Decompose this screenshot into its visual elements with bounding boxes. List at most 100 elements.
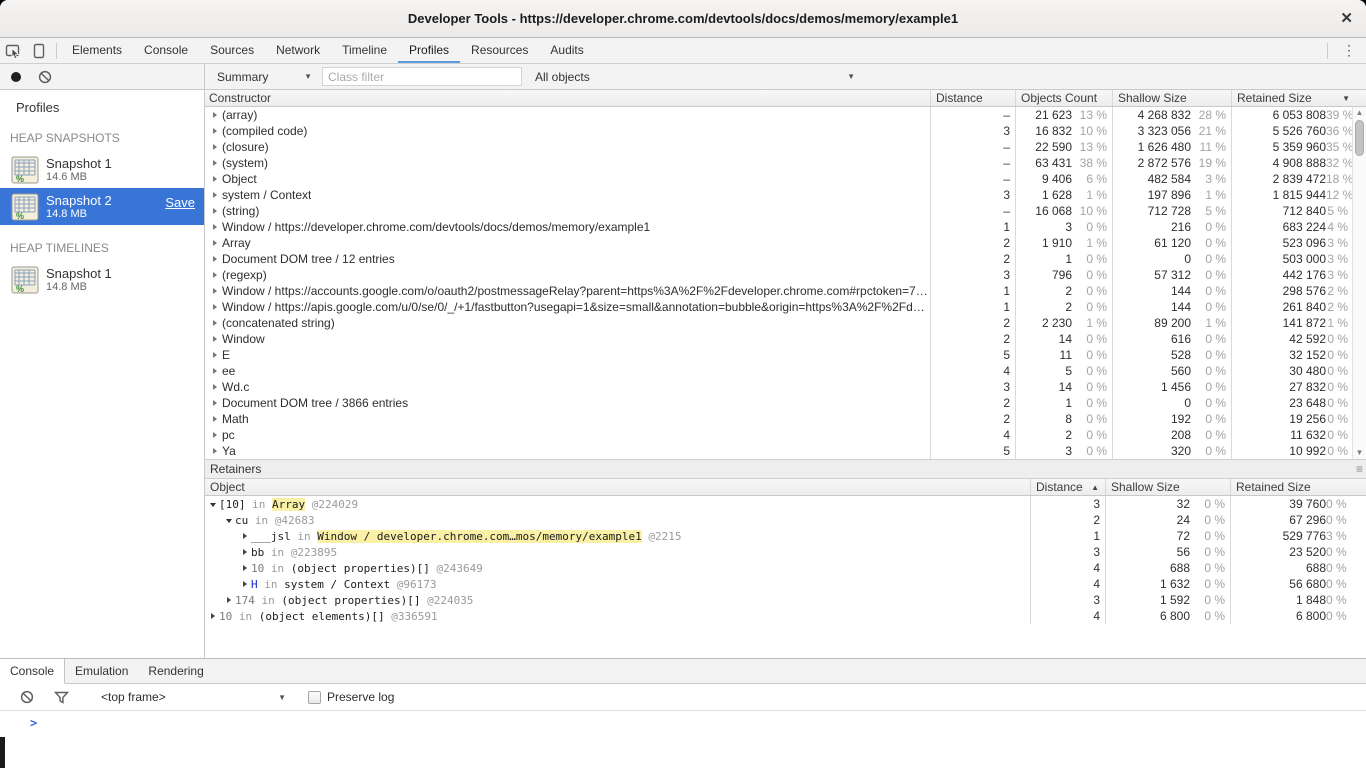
heap-table-row[interactable]: (regexp)37960 %57 3120 %442 1763 % [205, 267, 1366, 283]
expand-arrow-icon[interactable] [213, 336, 217, 342]
expand-arrow-icon[interactable] [213, 144, 217, 150]
heap-table-row[interactable]: (array)–21 62313 %4 268 83228 %6 053 808… [205, 107, 1366, 123]
heap-table-row[interactable]: Wd.c3140 %1 4560 %27 8320 % [205, 379, 1366, 395]
expand-arrow-icon[interactable] [213, 368, 217, 374]
expand-arrow-icon[interactable] [213, 416, 217, 422]
retainer-row[interactable]: 174 in (object properties)[] @22403531 5… [205, 592, 1366, 608]
retainer-row[interactable]: bb in @2238953560 %23 5200 % [205, 544, 1366, 560]
expand-arrow-icon[interactable] [213, 448, 217, 454]
column-header-objects-count[interactable]: Objects Count [1015, 90, 1112, 106]
sidebar-item-snapshot-1[interactable]: % Snapshot 1 14.6 MB [0, 151, 204, 188]
class-filter-input[interactable] [322, 67, 522, 86]
column-header-distance[interactable]: Distance [930, 90, 1015, 106]
heap-table-row[interactable]: (concatenated string)22 2301 %89 2001 %1… [205, 315, 1366, 331]
drawer-tab-console[interactable]: Console [0, 659, 65, 684]
expand-arrow-icon[interactable] [243, 533, 247, 539]
expand-arrow-icon[interactable] [213, 224, 217, 230]
heap-table-row[interactable]: Document DOM tree / 12 entries210 %00 %5… [205, 251, 1366, 267]
expand-arrow-icon[interactable] [213, 288, 217, 294]
vertical-scrollbar[interactable]: ▲ ▼ [1352, 107, 1366, 459]
tab-elements[interactable]: Elements [61, 38, 133, 63]
console-prompt-area[interactable]: > [0, 711, 1366, 767]
tab-audits[interactable]: Audits [539, 38, 594, 63]
frame-context-select[interactable]: <top frame> ▼ [101, 690, 286, 704]
expand-arrow-icon[interactable] [213, 192, 217, 198]
sidebar-item-snapshot-2[interactable]: % Snapshot 2 14.8 MB Save [0, 188, 204, 225]
clear-console-icon[interactable] [14, 685, 40, 710]
close-icon[interactable]: ✕ [1340, 9, 1353, 27]
tab-profiles[interactable]: Profiles [398, 38, 460, 63]
inspect-element-icon[interactable] [0, 38, 26, 63]
expand-arrow-icon[interactable] [213, 384, 217, 390]
expand-arrow-icon[interactable] [213, 208, 217, 214]
retainer-row[interactable]: ___jsl in Window / developer.chrome.com…… [205, 528, 1366, 544]
scroll-up-icon[interactable]: ▲ [1356, 107, 1364, 119]
column-header-distance[interactable]: Distance ▲ [1030, 479, 1105, 495]
expand-arrow-icon[interactable] [213, 160, 217, 166]
retainer-row[interactable]: 10 in (object elements)[] @33659146 8000… [205, 608, 1366, 624]
expand-arrow-icon[interactable] [213, 240, 217, 246]
expand-arrow-icon[interactable] [210, 503, 216, 507]
retainer-row[interactable]: H in system / Context @9617341 6320 %56 … [205, 576, 1366, 592]
sidebar-item-timeline-snapshot-1[interactable]: % Snapshot 1 14.8 MB [0, 261, 204, 298]
expand-arrow-icon[interactable] [226, 519, 232, 523]
scroll-down-icon[interactable]: ▼ [1356, 447, 1364, 459]
expand-arrow-icon[interactable] [211, 613, 215, 619]
scrollbar-thumb[interactable] [1355, 120, 1364, 156]
heap-table-row[interactable]: Array21 9101 %61 1200 %523 0963 % [205, 235, 1366, 251]
expand-arrow-icon[interactable] [213, 432, 217, 438]
expand-arrow-icon[interactable] [243, 565, 247, 571]
column-header-object[interactable]: Object [205, 479, 1030, 495]
objects-filter-select[interactable]: All objects ▼ [535, 70, 855, 84]
column-header-retained-size[interactable]: Retained Size [1230, 479, 1366, 495]
record-icon[interactable] [11, 72, 21, 82]
tab-sources[interactable]: Sources [199, 38, 265, 63]
heap-table-row[interactable]: Ya530 %3200 %10 9920 % [205, 443, 1366, 459]
expand-arrow-icon[interactable] [213, 112, 217, 118]
heap-table-row[interactable]: Window / https://apis.google.com/u/0/se/… [205, 299, 1366, 315]
retainer-row[interactable]: [10] in Array @2240293320 %39 7600 % [205, 496, 1366, 512]
heap-table-row[interactable]: (closure)–22 59013 %1 626 48011 %5 359 9… [205, 139, 1366, 155]
heap-table-row[interactable]: Window / https://accounts.google.com/o/o… [205, 283, 1366, 299]
overflow-menu-icon[interactable]: ⋮ [1332, 42, 1366, 59]
heap-table-row[interactable]: ee450 %5600 %30 4800 % [205, 363, 1366, 379]
resizer-grip-icon[interactable]: ≡ [1356, 462, 1363, 476]
expand-arrow-icon[interactable] [243, 581, 247, 587]
tab-network[interactable]: Network [265, 38, 331, 63]
column-header-constructor[interactable]: Constructor [205, 90, 930, 106]
expand-arrow-icon[interactable] [213, 352, 217, 358]
expand-arrow-icon[interactable] [213, 272, 217, 278]
heap-table-row[interactable]: system / Context31 6281 %197 8961 %1 815… [205, 187, 1366, 203]
column-header-retained-size[interactable]: Retained Size ▼ [1231, 90, 1366, 106]
tab-timeline[interactable]: Timeline [331, 38, 398, 63]
expand-arrow-icon[interactable] [213, 320, 217, 326]
heap-table-row[interactable]: (system)–63 43138 %2 872 57619 %4 908 88… [205, 155, 1366, 171]
expand-arrow-icon[interactable] [243, 549, 247, 555]
heap-table-row[interactable]: E5110 %5280 %32 1520 % [205, 347, 1366, 363]
heap-table-row[interactable]: Window / https://developer.chrome.com/de… [205, 219, 1366, 235]
retainer-row[interactable]: 10 in (object properties)[] @24364946880… [205, 560, 1366, 576]
save-link[interactable]: Save [165, 195, 195, 210]
heap-table-row[interactable]: (string)–16 06810 %712 7285 %712 8405 % [205, 203, 1366, 219]
clear-icon[interactable] [38, 70, 52, 84]
filter-funnel-icon[interactable] [48, 685, 74, 710]
heap-table-row[interactable]: pc420 %2080 %11 6320 % [205, 427, 1366, 443]
retainer-row[interactable]: cu in @426832240 %67 2960 % [205, 512, 1366, 528]
tab-resources[interactable]: Resources [460, 38, 539, 63]
heap-table-row[interactable]: Math280 %1920 %19 2560 % [205, 411, 1366, 427]
heap-table-row[interactable]: Document DOM tree / 3866 entries210 %00 … [205, 395, 1366, 411]
preserve-log-checkbox[interactable] [308, 691, 321, 704]
drawer-tab-emulation[interactable]: Emulation [65, 659, 138, 683]
heap-table-row[interactable]: (compiled code)316 83210 %3 323 05621 %5… [205, 123, 1366, 139]
heap-table-row[interactable]: Window2140 %6160 %42 5920 % [205, 331, 1366, 347]
heap-table-row[interactable]: Object–9 4066 %482 5843 %2 839 47218 % [205, 171, 1366, 187]
column-header-shallow-size[interactable]: Shallow Size [1105, 479, 1230, 495]
expand-arrow-icon[interactable] [213, 176, 217, 182]
tab-console[interactable]: Console [133, 38, 199, 63]
expand-arrow-icon[interactable] [213, 400, 217, 406]
view-select[interactable]: Summary ▼ [217, 70, 312, 84]
column-header-shallow-size[interactable]: Shallow Size [1112, 90, 1231, 106]
drawer-tab-rendering[interactable]: Rendering [138, 659, 213, 683]
expand-arrow-icon[interactable] [213, 128, 217, 134]
device-mode-icon[interactable] [26, 38, 52, 63]
